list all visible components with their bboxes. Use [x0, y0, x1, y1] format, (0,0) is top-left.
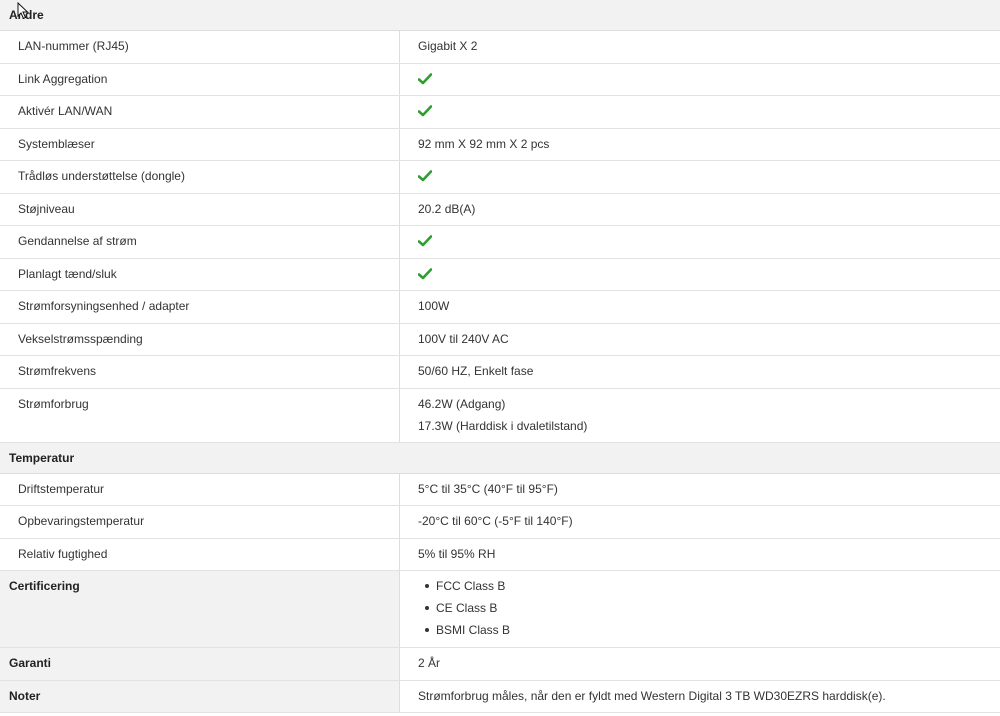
check-icon: [418, 72, 432, 84]
spec-value: 2 År: [418, 656, 441, 670]
spec-value-line: 17.3W (Harddisk i dvaletilstand): [418, 418, 588, 433]
spec-value: 100V til 240V AC: [418, 331, 509, 346]
section-header-andre: Andre: [0, 0, 1000, 31]
spec-value: 5°C til 35°C (40°F til 95°F): [418, 481, 558, 496]
spec-label: Strømfrekvens: [0, 356, 400, 388]
spec-label: LAN-nummer (RJ45): [0, 31, 400, 63]
spec-label: Systemblæser: [0, 128, 400, 160]
spec-value: Gigabit X 2: [418, 39, 478, 53]
spec-label: Trådløs understøttelse (dongle): [0, 161, 400, 193]
list-item: FCC Class B: [418, 579, 1000, 601]
spec-row-psu: Strømforsyningsenhed / adapter 100W: [0, 291, 1000, 324]
spec-label: Strømforsyningsenhed / adapter: [0, 291, 400, 323]
spec-value: -20°C til 60°C (-5°F til 140°F): [418, 514, 573, 528]
spec-row-system-fan: Systemblæser 92 mm X 92 mm X 2 pcs: [0, 128, 1000, 161]
spec-row-operating-temp: Driftstemperatur 5°C til 35°C (40°F til …: [0, 473, 1000, 506]
spec-label: Vekselstrømsspænding: [0, 323, 400, 355]
spec-label: Relativ fugtighed: [0, 538, 400, 570]
spec-table: Andre LAN-nummer (RJ45) Gigabit X 2 Link…: [0, 0, 1000, 713]
spec-row-humidity: Relativ fugtighed 5% til 95% RH: [0, 538, 1000, 571]
spec-row-link-aggregation: Link Aggregation: [0, 63, 1000, 96]
spec-row-lan-wan: Aktivér LAN/WAN: [0, 96, 1000, 129]
spec-group-label: Certificering: [0, 571, 400, 647]
spec-row-scheduled-power: Planlagt tænd/sluk: [0, 258, 1000, 291]
check-icon: [418, 267, 432, 279]
spec-row-frequency: Strømfrekvens 50/60 HZ, Enkelt fase: [0, 356, 1000, 389]
spec-row-notes: Noter Strømforbrug måles, når den er fyl…: [0, 680, 1000, 713]
spec-row-certification: Certificering FCC Class B CE Class B BSM…: [0, 571, 1000, 648]
section-header-temperatur: Temperatur: [0, 442, 1000, 474]
spec-row-voltage: Vekselstrømsspænding 100V til 240V AC: [0, 323, 1000, 356]
check-icon: [418, 170, 432, 182]
spec-label: Støjniveau: [0, 193, 400, 225]
spec-value-line: 46.2W (Adgang): [418, 396, 506, 411]
spec-row-storage-temp: Opbevaringstemperatur -20°C til 60°C (-5…: [0, 506, 1000, 539]
spec-value: 5% til 95% RH: [418, 546, 496, 561]
check-icon: [418, 235, 432, 247]
list-item: CE Class B: [418, 601, 1000, 623]
spec-value: 92 mm X 92 mm X 2 pcs: [418, 136, 550, 151]
certification-list: FCC Class B CE Class B BSMI Class B: [418, 579, 1000, 645]
spec-row-lan: LAN-nummer (RJ45) Gigabit X 2: [0, 31, 1000, 64]
spec-value: 50/60 HZ, Enkelt fase: [418, 364, 534, 378]
spec-label: Strømforbrug: [0, 388, 400, 442]
spec-row-wireless: Trådløs understøttelse (dongle): [0, 161, 1000, 194]
check-icon: [418, 105, 432, 117]
spec-label: Link Aggregation: [0, 63, 400, 95]
spec-value: Strømforbrug måles, når den er fyldt med…: [418, 688, 886, 703]
spec-label: Driftstemperatur: [0, 473, 400, 505]
list-item: BSMI Class B: [418, 623, 1000, 645]
spec-label: Aktivér LAN/WAN: [0, 96, 400, 128]
spec-value: 100W: [418, 299, 450, 313]
spec-label: Planlagt tænd/sluk: [0, 258, 400, 290]
spec-value: 20.2 dB(A): [418, 201, 476, 216]
spec-label: Opbevaringstemperatur: [0, 506, 400, 538]
spec-group-label: Noter: [0, 680, 400, 712]
spec-row-noise: Støjniveau 20.2 dB(A): [0, 193, 1000, 226]
spec-label: Gendannelse af strøm: [0, 226, 400, 258]
spec-group-label: Garanti: [0, 648, 400, 680]
spec-row-consumption: Strømforbrug 46.2W (Adgang) 17.3W (Hardd…: [0, 388, 1000, 443]
spec-row-power-recovery: Gendannelse af strøm: [0, 226, 1000, 259]
spec-row-warranty: Garanti 2 År: [0, 648, 1000, 681]
